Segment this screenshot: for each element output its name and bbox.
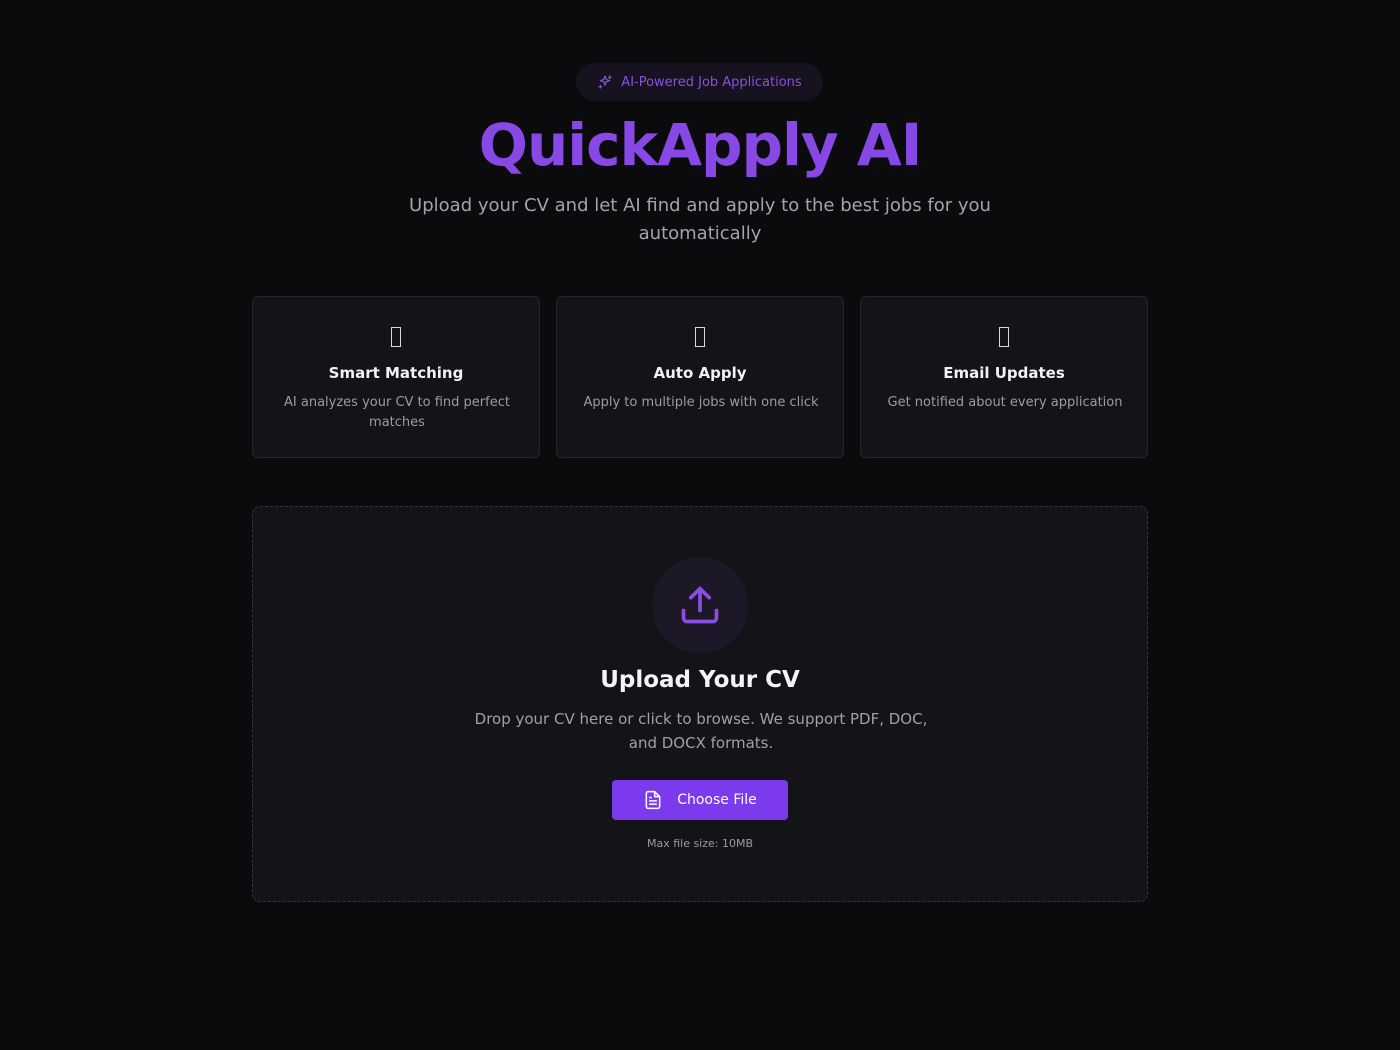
landing-page: AI-Powered Job Applications QuickApply A…	[0, 0, 1400, 1050]
upload-icon-circle	[652, 557, 748, 653]
feature-title: Auto Apply	[653, 364, 747, 382]
feature-card-email-updates: Email Updates Get notified about every a…	[860, 296, 1148, 458]
sparkles-icon	[598, 75, 612, 89]
max-file-size: Max file size: 10MB	[646, 837, 754, 850]
choose-file-button[interactable]: Choose File	[612, 780, 788, 820]
upload-description: Drop your CV here or click to browse. We…	[474, 710, 928, 752]
page-subtitle: Upload your CV and let AI find and apply…	[409, 195, 991, 244]
placeholder-glyph-icon	[253, 327, 539, 347]
page-title: QuickApply AI	[478, 111, 923, 179]
feature-title: Email Updates	[943, 364, 1065, 382]
feature-description: Apply to multiple jobs with one click	[583, 395, 819, 410]
upload-title: Upload Your CV	[600, 667, 800, 693]
feature-card-auto-apply: Auto Apply Apply to multiple jobs with o…	[556, 296, 844, 458]
choose-file-label: Choose File	[677, 792, 757, 808]
upload-icon	[681, 586, 719, 624]
cv-dropzone[interactable]: Upload Your CV Drop your CV here or clic…	[252, 506, 1148, 902]
feature-description: Get notified about every application	[887, 395, 1123, 410]
feature-card-smart-matching: Smart Matching AI analyzes your CV to fi…	[252, 296, 540, 458]
hero-badge-label: AI-Powered Job Applications	[621, 74, 802, 90]
placeholder-glyph-icon	[557, 327, 843, 347]
placeholder-glyph-icon	[861, 327, 1147, 347]
feature-description: AI analyzes your CV to find perfect matc…	[284, 395, 510, 430]
hero-badge: AI-Powered Job Applications	[576, 63, 823, 101]
file-text-icon	[645, 790, 661, 810]
feature-title: Smart Matching	[328, 364, 464, 382]
